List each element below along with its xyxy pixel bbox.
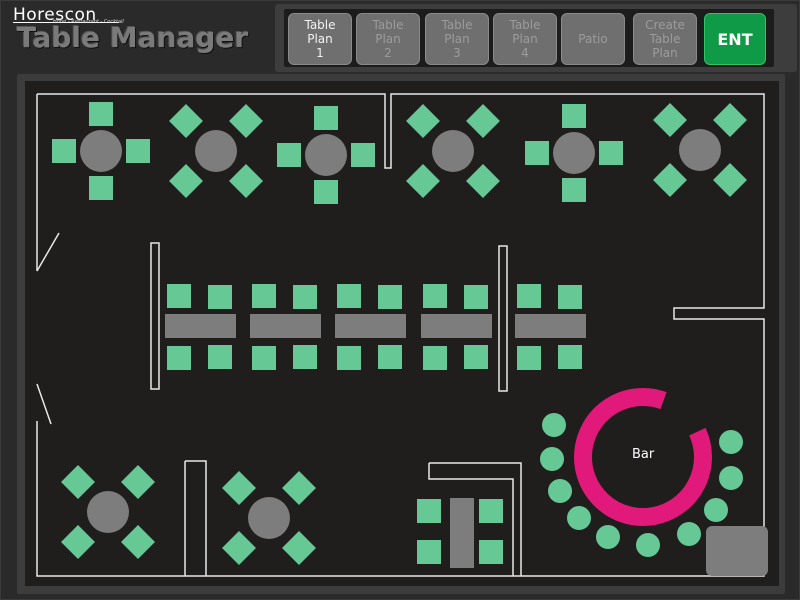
round-table[interactable] <box>87 491 129 533</box>
chair[interactable] <box>222 531 256 565</box>
chair[interactable] <box>167 284 191 308</box>
chair[interactable] <box>378 285 402 309</box>
chair[interactable] <box>229 164 263 198</box>
chair[interactable] <box>314 106 338 130</box>
round-table[interactable] <box>305 134 347 176</box>
floor-plan-canvas <box>36 93 768 577</box>
round-table[interactable] <box>80 130 122 172</box>
wall <box>150 242 160 390</box>
wall <box>36 383 52 425</box>
chair[interactable] <box>713 103 747 137</box>
chair[interactable] <box>61 525 95 559</box>
bar-stool[interactable] <box>704 498 728 522</box>
chair[interactable] <box>653 103 687 137</box>
chair[interactable] <box>517 346 541 370</box>
booth-table[interactable] <box>450 498 474 568</box>
chair[interactable] <box>406 164 440 198</box>
chair[interactable] <box>466 104 500 138</box>
chair[interactable] <box>277 143 301 167</box>
bar-stool[interactable] <box>719 466 743 490</box>
bar-stool[interactable] <box>719 430 743 454</box>
chair[interactable] <box>222 471 256 505</box>
table-manager-app: Horescon Hotel - Restaurant - Cocktail T… <box>0 0 800 600</box>
round-table[interactable] <box>679 129 721 171</box>
chair[interactable] <box>126 139 150 163</box>
bar-stool[interactable] <box>542 413 566 437</box>
chair[interactable] <box>252 284 276 308</box>
chair[interactable] <box>562 178 586 202</box>
long-table[interactable] <box>421 314 492 338</box>
chair[interactable] <box>653 163 687 197</box>
chair[interactable] <box>351 143 375 167</box>
bar-label: Bar <box>632 447 655 462</box>
chair[interactable] <box>466 164 500 198</box>
long-table[interactable] <box>165 314 236 338</box>
wall <box>185 460 207 576</box>
round-table[interactable] <box>195 130 237 172</box>
bar-stool[interactable] <box>677 522 701 546</box>
chair[interactable] <box>208 285 232 309</box>
chair[interactable] <box>479 540 503 564</box>
chair[interactable] <box>558 285 582 309</box>
round-table[interactable] <box>248 497 290 539</box>
wall <box>498 245 508 392</box>
bar-stool[interactable] <box>567 506 591 530</box>
chair[interactable] <box>464 345 488 369</box>
chair[interactable] <box>558 345 582 369</box>
bar-stool[interactable] <box>548 479 572 503</box>
chair[interactable] <box>89 176 113 200</box>
chair[interactable] <box>169 164 203 198</box>
chair[interactable] <box>293 285 317 309</box>
chair[interactable] <box>378 345 402 369</box>
chair[interactable] <box>61 465 95 499</box>
chair[interactable] <box>423 284 447 308</box>
bar-stool[interactable] <box>540 447 564 471</box>
long-table[interactable] <box>515 314 586 338</box>
service-station[interactable] <box>706 526 768 576</box>
chair[interactable] <box>282 471 316 505</box>
chair[interactable] <box>252 346 276 370</box>
chair[interactable] <box>525 141 549 165</box>
round-table[interactable] <box>553 132 595 174</box>
chair[interactable] <box>52 139 76 163</box>
chair[interactable] <box>599 141 623 165</box>
chair[interactable] <box>713 163 747 197</box>
chair[interactable] <box>417 540 441 564</box>
bar-stool[interactable] <box>636 533 660 557</box>
chair[interactable] <box>208 345 232 369</box>
chair[interactable] <box>423 346 447 370</box>
long-table[interactable] <box>250 314 321 338</box>
chair[interactable] <box>464 285 488 309</box>
chair[interactable] <box>562 104 586 128</box>
chair[interactable] <box>517 284 541 308</box>
wall <box>429 462 522 576</box>
chair[interactable] <box>417 499 441 523</box>
bar-stool[interactable] <box>596 525 620 549</box>
chair[interactable] <box>337 284 361 308</box>
chair[interactable] <box>314 180 338 204</box>
chair[interactable] <box>293 345 317 369</box>
chair[interactable] <box>229 104 263 138</box>
chair[interactable] <box>89 102 113 126</box>
chair[interactable] <box>121 525 155 559</box>
chair[interactable] <box>169 104 203 138</box>
chair[interactable] <box>121 465 155 499</box>
long-table[interactable] <box>335 314 406 338</box>
chair[interactable] <box>282 531 316 565</box>
round-table[interactable] <box>432 130 474 172</box>
chair[interactable] <box>337 346 361 370</box>
chair[interactable] <box>479 499 503 523</box>
chair[interactable] <box>167 346 191 370</box>
chair[interactable] <box>406 104 440 138</box>
wall <box>36 232 60 272</box>
